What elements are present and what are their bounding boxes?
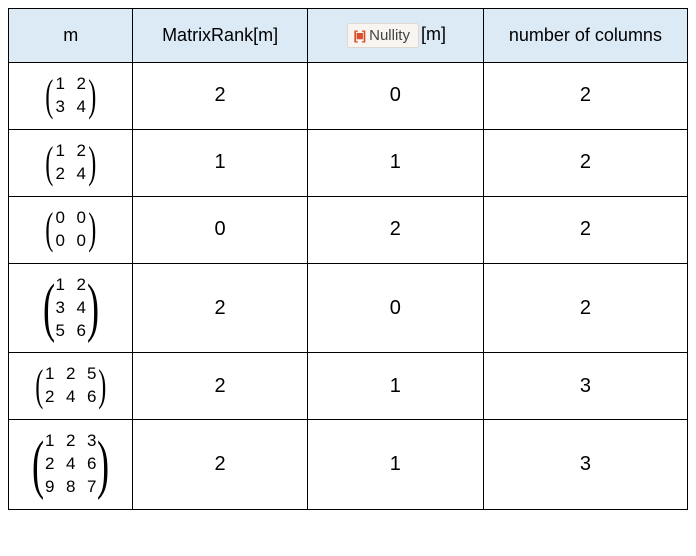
table-row: (0000)022	[9, 196, 688, 263]
cell-columns: 2	[483, 129, 687, 196]
matrix-entries: 1234	[52, 71, 90, 121]
matrix-display: (1224)	[47, 138, 94, 188]
cell-columns: 3	[483, 420, 687, 510]
cell-rank: 1	[133, 129, 307, 196]
matrix-display: (1234)	[47, 71, 94, 121]
cell-rank: 0	[133, 196, 307, 263]
cell-nullity: 0	[307, 263, 483, 353]
matrix-display: (0000)	[47, 205, 94, 255]
cell-matrix: (123456)	[9, 263, 133, 353]
matrix-entries: 123456	[52, 272, 90, 345]
cell-nullity: 1	[307, 420, 483, 510]
header-m: m	[9, 9, 133, 63]
cell-matrix: (123246987)	[9, 420, 133, 510]
table-row: (1234) 202	[9, 63, 688, 130]
header-row: m MatrixRank[m] [■] Nullity [m] number o…	[9, 9, 688, 63]
resource-label: Nullity	[369, 27, 410, 44]
cell-rank: 2	[133, 63, 307, 130]
cell-matrix: (1224)	[9, 129, 133, 196]
nullity-arg: [m]	[421, 24, 446, 44]
cell-nullity: 0	[307, 63, 483, 130]
right-paren-icon: )	[88, 150, 96, 176]
cell-matrix: (125246)	[9, 353, 133, 420]
cell-rank: 2	[133, 420, 307, 510]
resource-icon: [■]	[354, 28, 365, 43]
matrix-entries: 0000	[52, 205, 90, 255]
header-columns: number of columns	[483, 9, 687, 63]
table-row: (123456) 202	[9, 263, 688, 353]
table-row: (123246987) 213	[9, 420, 688, 510]
header-nullity: [■] Nullity [m]	[307, 9, 483, 63]
right-paren-icon: )	[99, 373, 107, 399]
left-paren-icon: (	[43, 288, 55, 328]
header-rank: MatrixRank[m]	[133, 9, 307, 63]
cell-columns: 2	[483, 196, 687, 263]
right-paren-icon: )	[88, 216, 96, 242]
matrix-properties-table: m MatrixRank[m] [■] Nullity [m] number o…	[8, 8, 688, 510]
left-paren-icon: (	[35, 373, 43, 399]
matrix-entries: 123246987	[41, 428, 100, 501]
right-paren-icon: )	[97, 445, 109, 485]
table-row: (125246) 213	[9, 353, 688, 420]
resource-function-badge: [■] Nullity	[347, 23, 419, 48]
left-paren-icon: (	[45, 216, 53, 242]
cell-matrix: (1234)	[9, 63, 133, 130]
cell-columns: 3	[483, 353, 687, 420]
cell-nullity: 1	[307, 353, 483, 420]
right-paren-icon: )	[88, 83, 96, 109]
cell-columns: 2	[483, 63, 687, 130]
cell-nullity: 1	[307, 129, 483, 196]
left-paren-icon: (	[32, 445, 44, 485]
left-paren-icon: (	[45, 150, 53, 176]
matrix-display: (123246987)	[35, 428, 106, 501]
matrix-entries: 1224	[52, 138, 90, 188]
cell-nullity: 2	[307, 196, 483, 263]
cell-matrix: (0000)	[9, 196, 133, 263]
matrix-entries: 125246	[41, 361, 100, 411]
cell-rank: 2	[133, 263, 307, 353]
matrix-display: (125246)	[37, 361, 105, 411]
cell-rank: 2	[133, 353, 307, 420]
table-row: (1224)112	[9, 129, 688, 196]
matrix-display: (123456)	[46, 272, 96, 345]
right-paren-icon: )	[87, 288, 99, 328]
cell-columns: 2	[483, 263, 687, 353]
left-paren-icon: (	[45, 83, 53, 109]
